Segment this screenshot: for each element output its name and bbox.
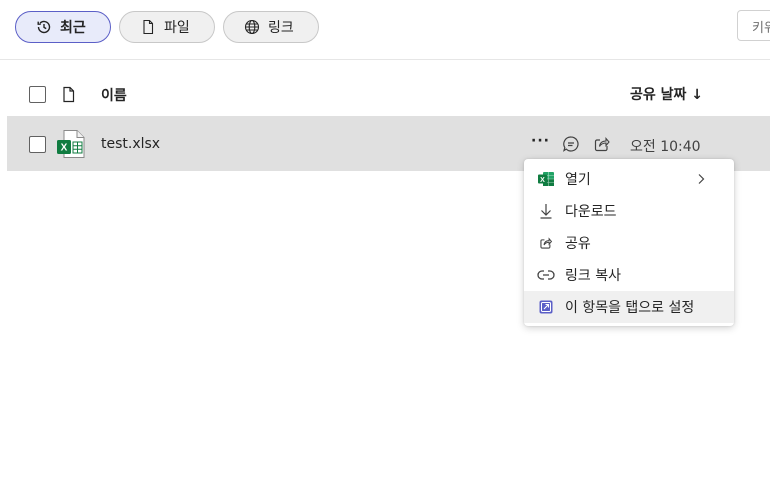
select-all-checkbox[interactable] xyxy=(29,86,46,103)
file-icon xyxy=(143,19,154,35)
row-checkbox[interactable] xyxy=(29,136,46,153)
excel-icon: X xyxy=(537,170,555,188)
filter-links-button[interactable]: 링크 xyxy=(223,11,319,43)
share-icon xyxy=(594,137,610,152)
header-divider xyxy=(0,59,770,60)
shared-date-value: 오전 10:40 xyxy=(630,139,701,155)
history-icon xyxy=(37,20,51,34)
share-icon xyxy=(537,234,555,252)
filter-links-label: 링크 xyxy=(268,20,294,36)
download-icon xyxy=(537,202,555,220)
menu-item-share[interactable]: 공유 xyxy=(524,227,734,259)
sort-arrow-icon: ↓ xyxy=(691,87,704,103)
menu-item-share-label: 공유 xyxy=(565,236,591,252)
menu-item-download[interactable]: 다운로드 xyxy=(524,195,734,227)
filter-recent-button[interactable]: 최근 xyxy=(15,11,111,43)
shared-date-column-header[interactable]: 공유 날짜 ↓ xyxy=(630,84,703,104)
shared-date-header-label: 공유 날짜 xyxy=(630,87,687,103)
open-as-tab-icon xyxy=(537,298,555,316)
filter-search-placeholder: 키워드로 필터링 xyxy=(752,21,770,36)
menu-item-download-label: 다운로드 xyxy=(565,204,617,220)
file-type-header-icon xyxy=(63,86,75,103)
context-menu: X 열기 다운로드 공유 링크 복사 이 항목을 탭으로 설정 xyxy=(524,159,734,326)
link-icon xyxy=(537,266,555,284)
svg-text:X: X xyxy=(61,143,68,154)
name-column-header[interactable]: 이름 xyxy=(101,85,127,105)
chevron-right-icon xyxy=(698,174,705,184)
menu-item-open-label: 열기 xyxy=(565,172,591,188)
menu-item-copy-link-label: 링크 복사 xyxy=(565,268,621,284)
filter-search-input[interactable]: 키워드로 필터링 xyxy=(737,10,770,41)
globe-icon xyxy=(244,19,260,35)
chat-icon xyxy=(563,136,579,152)
excel-file-icon: X xyxy=(57,130,85,158)
more-options-button[interactable]: ··· xyxy=(531,133,550,149)
svg-text:X: X xyxy=(540,177,545,184)
chat-button[interactable] xyxy=(560,133,582,155)
filter-files-button[interactable]: 파일 xyxy=(119,11,215,43)
filter-files-label: 파일 xyxy=(164,20,190,36)
filter-recent-label: 최근 xyxy=(60,20,86,36)
menu-item-open-as-tab-label: 이 항목을 탭으로 설정 xyxy=(565,300,695,316)
menu-item-open-as-tab[interactable]: 이 항목을 탭으로 설정 xyxy=(524,291,734,323)
file-name-link[interactable]: test.xlsx xyxy=(101,136,160,152)
share-row-button[interactable] xyxy=(591,133,613,155)
menu-item-open[interactable]: X 열기 xyxy=(524,163,734,195)
menu-item-copy-link[interactable]: 링크 복사 xyxy=(524,259,734,291)
